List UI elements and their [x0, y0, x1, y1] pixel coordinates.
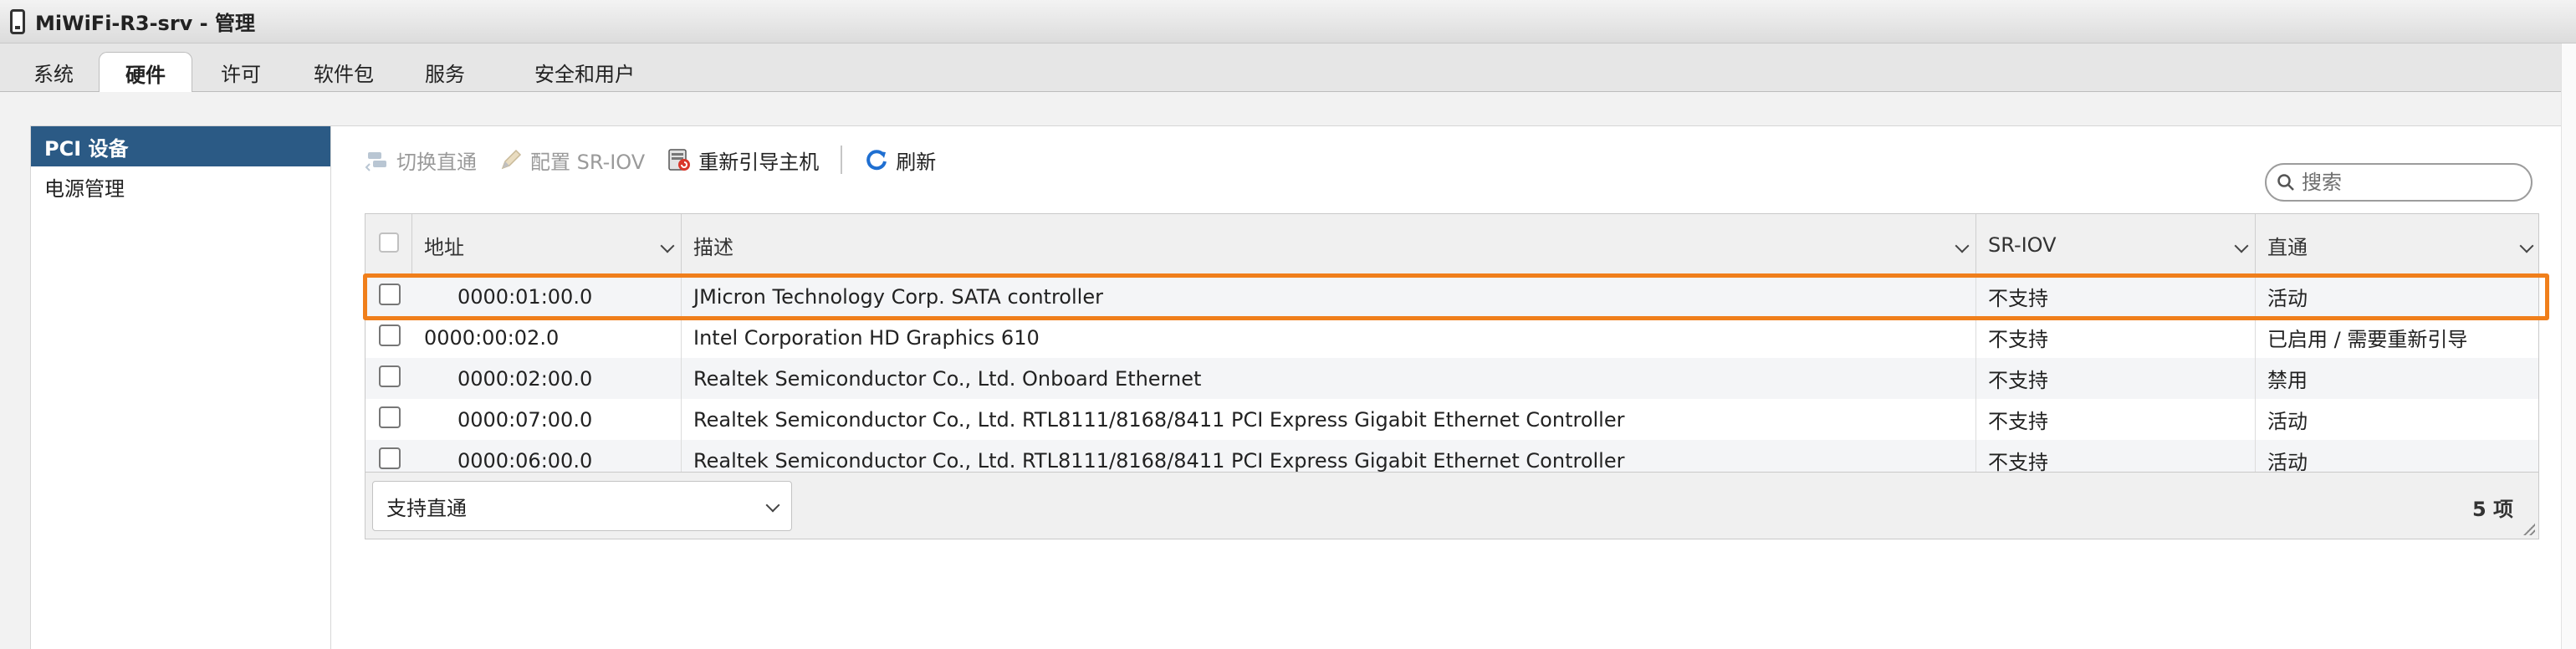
window-title: MiWiFi-R3-srv - 管理	[35, 12, 255, 35]
description-cell: Realtek Semiconductor Co., Ltd. Onboard …	[682, 358, 1976, 399]
chevron-down-icon	[765, 498, 780, 513]
table-header: 地址 描述 SR-IOV 直通	[365, 214, 2538, 276]
toolbar: 切换直通 配置 SR-IOV 重新引导主机 刷新	[365, 140, 958, 180]
tab-system[interactable]: 系统	[18, 52, 89, 92]
table-body: 0000:01:00.0 JMicron Technology Corp. SA…	[365, 276, 2538, 481]
toolbar-separator	[841, 146, 843, 174]
tab-hardware[interactable]: 硬件	[99, 52, 192, 93]
chevron-down-icon[interactable]	[2234, 238, 2249, 253]
table-row[interactable]: 0000:07:00.0 Realtek Semiconductor Co., …	[365, 399, 2538, 440]
tab-license[interactable]: 许可	[206, 52, 276, 92]
passthrough-cell: 已启用 / 需要重新引导	[2267, 328, 2468, 351]
column-header-description-label: 描述	[693, 235, 733, 259]
table-row[interactable]: 0000:01:00.0 JMicron Technology Corp. SA…	[365, 276, 2538, 317]
search-input[interactable]	[2302, 171, 2519, 194]
pci-devices-panel: 切换直通 配置 SR-IOV 重新引导主机 刷新 搜索 地址 描述 SR-IOV…	[331, 125, 2576, 649]
configure-sriov-label: 配置 SR-IOV	[530, 150, 646, 174]
sriov-cell: 不支持	[1976, 317, 2256, 358]
sriov-cell: 不支持	[1976, 276, 2256, 317]
toggle-passthrough-button[interactable]: 切换直通	[365, 146, 477, 175]
select-all-checkbox[interactable]	[379, 233, 399, 253]
refresh-button[interactable]: 刷新	[864, 146, 936, 175]
chevron-down-icon[interactable]	[660, 238, 675, 253]
select-all-cell	[365, 214, 412, 276]
description-cell: Intel Corporation HD Graphics 610	[682, 317, 1976, 358]
table-footer: 支持直通 5 项	[365, 472, 2538, 539]
table-row[interactable]: 0000:02:00.0 Realtek Semiconductor Co., …	[365, 358, 2538, 399]
description-cell: Realtek Semiconductor Co., Ltd. RTL8111/…	[682, 399, 1976, 440]
sriov-cell: 不支持	[1976, 358, 2256, 399]
search-icon	[2277, 174, 2294, 191]
column-header-passthrough[interactable]: 直通	[2256, 214, 2540, 276]
row-checkbox[interactable]	[379, 406, 401, 428]
window-titlebar: MiWiFi-R3-srv - 管理	[0, 0, 2576, 43]
chevron-down-icon[interactable]	[2519, 238, 2534, 253]
passthrough-cell: 活动	[2267, 410, 2308, 433]
reboot-icon	[668, 149, 691, 171]
address-cell: 0000:02:00.0	[412, 358, 682, 399]
search-box[interactable]	[2265, 163, 2533, 202]
configure-sriov-button[interactable]: 配置 SR-IOV	[498, 146, 645, 175]
tab-bar: 系统 硬件 许可 软件包 服务 安全和用户	[0, 43, 2576, 93]
row-checkbox[interactable]	[379, 324, 401, 346]
address-cell: 0000:01:00.0	[412, 276, 682, 317]
passthrough-icon	[365, 152, 386, 171]
column-header-passthrough-label: 直通	[2267, 235, 2308, 259]
pencil-icon	[501, 149, 522, 170]
item-count: 5 项	[2471, 498, 2513, 521]
sriov-cell: 不支持	[1976, 399, 2256, 440]
row-checkbox[interactable]	[379, 365, 401, 387]
reboot-host-button[interactable]: 重新引导主机	[667, 146, 819, 175]
filter-select-value: 支持直通	[386, 496, 467, 520]
pci-device-table: 地址 描述 SR-IOV 直通 0000:01:00.0 JMicron Tec…	[365, 213, 2539, 539]
toggle-passthrough-label: 切换直通	[396, 150, 477, 174]
reboot-host-label: 重新引导主机	[698, 150, 820, 174]
passthrough-filter-select[interactable]: 支持直通	[372, 481, 792, 531]
address-cell: 0000:07:00.0	[412, 399, 682, 440]
sidebar-item-power-management[interactable]: 电源管理	[31, 166, 330, 207]
table-row[interactable]: 0000:00:02.0 Intel Corporation HD Graphi…	[365, 317, 2538, 358]
column-header-address-label: 地址	[424, 235, 464, 259]
tab-packages[interactable]: 软件包	[298, 52, 390, 92]
passthrough-cell: 活动	[2267, 287, 2308, 310]
row-checkbox[interactable]	[379, 447, 401, 469]
description-cell: JMicron Technology Corp. SATA controller	[682, 276, 1976, 317]
host-icon	[10, 8, 25, 34]
column-header-sriov-label: SR-IOV	[1988, 233, 2057, 257]
passthrough-cell: 禁用	[2267, 369, 2308, 392]
address-cell: 0000:00:02.0	[412, 317, 682, 358]
sidebar: PCI 设备 电源管理	[30, 125, 331, 649]
column-header-sriov[interactable]: SR-IOV	[1976, 214, 2256, 276]
row-checkbox[interactable]	[379, 284, 401, 305]
chevron-down-icon[interactable]	[1955, 238, 1970, 253]
resize-grip[interactable]	[2523, 524, 2535, 535]
column-header-description[interactable]: 描述	[682, 214, 1976, 276]
page-scrollbar[interactable]	[2561, 43, 2576, 649]
column-header-address[interactable]: 地址	[412, 214, 682, 276]
sidebar-item-pci-devices[interactable]: PCI 设备	[31, 126, 330, 166]
tab-security-users[interactable]: 安全和用户	[505, 52, 664, 92]
content-area: PCI 设备 电源管理 切换直通 配置 SR-IOV 重新引导主机 刷新 搜索 …	[0, 92, 2576, 649]
refresh-icon	[866, 150, 887, 171]
tab-services[interactable]: 服务	[410, 52, 480, 92]
refresh-label: 刷新	[896, 150, 937, 174]
